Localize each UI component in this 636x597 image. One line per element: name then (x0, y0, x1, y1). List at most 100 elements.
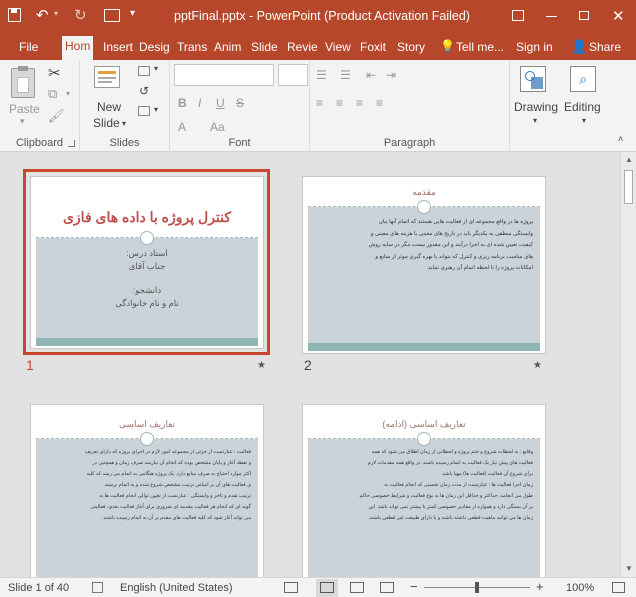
layout-icon[interactable] (138, 66, 150, 76)
clipboard-dialog-launcher-icon[interactable] (68, 140, 75, 147)
slide-body: فعالیت : عبارتست از جزئی از مجموعه امور … (43, 447, 251, 524)
ribbon-tabs: File Hom Insert Desig Trans Anim Slide R… (0, 34, 636, 60)
tab-insert[interactable]: Insert (101, 38, 135, 60)
scroll-down-icon[interactable]: ▼ (625, 564, 633, 573)
drawing-dropdown-icon[interactable]: ▾ (533, 116, 537, 125)
numbering-icon[interactable]: ☰ (340, 68, 351, 82)
tab-home[interactable]: Hom (62, 36, 94, 60)
fit-slide-icon[interactable] (612, 582, 625, 593)
find-icon[interactable]: ⌕ (570, 66, 596, 92)
new-slide-label-1[interactable]: New (97, 100, 121, 114)
zoom-slider-thumb[interactable] (475, 582, 479, 593)
slide-thumbnail[interactable]: تعاریف اساسی فعالیت : عبارتست از جزئی از… (30, 404, 264, 577)
align-left-icon[interactable]: ≡ (316, 96, 323, 110)
slide-sorter-view: کنترل پروژه با داده های فازی استاد درس: … (0, 152, 620, 577)
copy-dropdown-icon[interactable]: ▾ (66, 89, 70, 98)
scroll-up-icon[interactable]: ▲ (625, 155, 633, 164)
save-icon[interactable] (8, 8, 21, 22)
tab-slide-show[interactable]: Slide (249, 38, 279, 60)
spelling-icon[interactable] (92, 582, 103, 593)
justify-icon[interactable]: ≡ (376, 96, 383, 110)
repeat-icon[interactable]: ↻ (74, 6, 87, 24)
tab-animations[interactable]: Anim (212, 38, 244, 60)
shapes-icon[interactable] (520, 66, 546, 92)
slide-thumbnail[interactable]: تعاریف اساسی (ادامه) وقایع : به لحظات شر… (302, 404, 546, 577)
slide-number: 1 (26, 357, 34, 373)
tab-foxit[interactable]: Foxit (358, 38, 388, 60)
tab-transitions[interactable]: Trans (175, 38, 208, 60)
font-name-input[interactable] (174, 64, 274, 86)
font-size-input[interactable] (278, 64, 308, 86)
bold-icon[interactable]: B (178, 96, 187, 110)
new-slide-dropdown-icon[interactable]: ▾ (122, 119, 126, 128)
minimize-icon[interactable] (546, 16, 557, 17)
copy-icon[interactable]: ⧉ (48, 86, 57, 102)
reading-view-icon[interactable] (350, 582, 364, 593)
share-person-icon[interactable]: 👤 (571, 39, 587, 55)
slide-body: وقایع : به لحظات شروع و ختم پروژه و لحظا… (315, 447, 533, 524)
title-bar: ↶ ▾ ↻ ▾ pptFinal.pptx - PowerPoint (Prod… (0, 0, 636, 34)
undo-dropdown-icon[interactable]: ▾ (54, 9, 58, 18)
normal-view-icon[interactable] (284, 582, 298, 593)
slide-transition-star-icon[interactable]: ★ (257, 360, 266, 371)
slide-title: مقدمه (412, 187, 436, 197)
maximize-icon[interactable] (579, 11, 589, 20)
new-slide-icon[interactable] (94, 66, 120, 88)
close-icon[interactable]: ✕ (612, 7, 625, 25)
editing-button[interactable]: Editing (564, 100, 601, 114)
decrease-indent-icon[interactable]: ⇤ (366, 68, 376, 82)
italic-icon[interactable]: I (198, 96, 201, 110)
slide-body: استاد درس: جناب آقای دانشجو: نام و نام خ… (31, 247, 263, 309)
slide-number: 2 (304, 357, 312, 373)
sign-in-link[interactable]: Sign in (514, 38, 555, 60)
increase-indent-icon[interactable]: ⇥ (386, 68, 396, 82)
slide-body-line: برای شروع آن فعالیت (فعالیت ها) مهیا باش… (441, 471, 533, 477)
zoom-out-icon[interactable]: − (410, 579, 418, 594)
font-color-icon[interactable]: A (178, 120, 186, 134)
slide-thumbnail[interactable]: مقدمه پروژه ها در واقع مجموعه ای از فعال… (302, 176, 546, 354)
tab-view[interactable]: View (323, 38, 353, 60)
format-painter-icon[interactable]: 🖌 (48, 108, 65, 124)
slide-transition-star-icon[interactable]: ★ (533, 360, 542, 371)
tab-review[interactable]: Revie (285, 38, 318, 60)
section-icon[interactable] (138, 106, 150, 116)
paste-dropdown-icon[interactable]: ▾ (20, 116, 25, 127)
collapse-ribbon-icon[interactable]: ˄ (618, 134, 623, 144)
slide-thumbnail[interactable]: کنترل پروژه با داده های فازی استاد درس: … (30, 176, 264, 349)
reset-icon[interactable]: ↺ (139, 84, 149, 98)
strikethrough-icon[interactable]: S (236, 96, 244, 110)
vertical-scrollbar[interactable]: ▲ ▼ (620, 152, 636, 577)
tab-file[interactable]: File (17, 38, 40, 60)
ribbon-display-options-icon[interactable] (512, 10, 524, 21)
slide-body-line: زمان اجرا فعالیت ها : عبارتست از مدت زما… (384, 482, 533, 488)
tab-design[interactable]: Desig (137, 38, 170, 60)
paste-icon[interactable] (11, 66, 35, 98)
editing-dropdown-icon[interactable]: ▾ (582, 116, 586, 125)
language-indicator[interactable]: English (United States) (120, 582, 233, 594)
zoom-level[interactable]: 100% (566, 582, 594, 594)
slide-sorter-view-icon[interactable] (316, 579, 338, 597)
share-button[interactable]: Share (587, 38, 623, 60)
cut-icon[interactable]: ✂ (48, 64, 61, 82)
slide-body-line: های مناسب برنامه ریزی و کنترل که بتواند … (375, 253, 533, 260)
present-from-start-icon[interactable] (104, 9, 120, 22)
layout-dropdown-icon[interactable]: ▾ (154, 64, 158, 73)
tab-storyline[interactable]: Story (395, 38, 427, 60)
slide-body-line: ترتیب تقدم و تاخر و وابستگی : عبارتست از… (99, 493, 251, 499)
bullets-icon[interactable]: ☰ (316, 68, 327, 82)
slide-counter: Slide 1 of 40 (8, 582, 70, 594)
underline-icon[interactable]: U (216, 96, 225, 110)
align-right-icon[interactable]: ≡ (356, 96, 363, 110)
customize-qat-icon[interactable]: ▾ (130, 8, 135, 19)
new-slide-label-2[interactable]: Slide (93, 116, 120, 130)
slide-show-view-icon[interactable] (380, 582, 394, 593)
drawing-button[interactable]: Drawing (514, 100, 558, 114)
section-dropdown-icon[interactable]: ▾ (154, 105, 158, 114)
zoom-in-icon[interactable]: + (536, 579, 544, 594)
tell-me-search[interactable]: Tell me... (454, 38, 506, 60)
paste-button[interactable]: Paste (9, 102, 40, 116)
center-icon[interactable]: ≡ (336, 96, 343, 110)
scroll-thumb[interactable] (624, 170, 633, 204)
undo-icon[interactable]: ↶ (36, 6, 49, 24)
change-case-icon[interactable]: Aa (210, 120, 225, 134)
